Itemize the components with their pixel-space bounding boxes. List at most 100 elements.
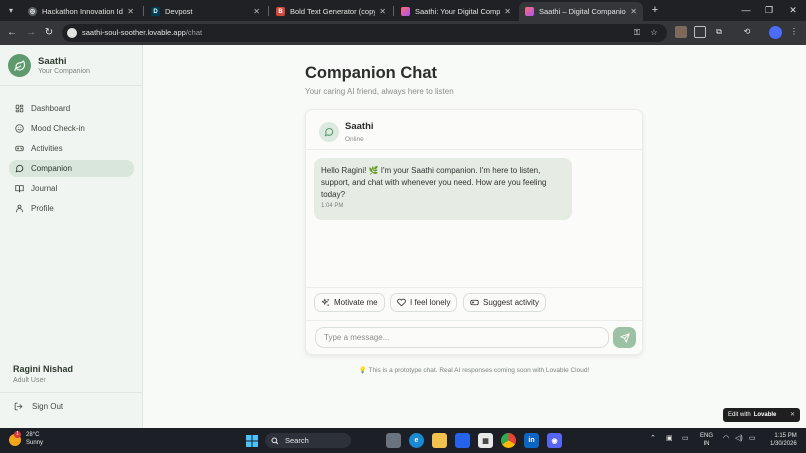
back-icon[interactable]: ← [5, 26, 19, 40]
bot-avatar [319, 122, 339, 142]
book-icon [15, 184, 24, 193]
browser-toolbar: ← → ↻ saathi-soul-soother.lovable.app/ch… [0, 21, 806, 45]
logout-icon [14, 402, 23, 411]
send-button[interactable] [613, 327, 636, 348]
weather-widget[interactable]: 1 28°C Sunny [9, 430, 43, 447]
extension-icon[interactable] [675, 26, 687, 38]
bot-name: Saathi [345, 121, 374, 132]
dashboard-icon [15, 104, 24, 113]
browser-tab[interactable]: B Bold Text Generator (copy & p ✕ [270, 2, 392, 21]
site-info-icon[interactable] [67, 28, 77, 38]
brand-tagline: Your Companion [38, 68, 90, 75]
quick-reply-i-feel-lonely[interactable]: I feel lonely [390, 293, 458, 312]
sign-out-label: Sign Out [32, 402, 64, 411]
tab-label: Saathi: Your Digital Companion [415, 7, 501, 16]
page-title: Companion Chat [305, 64, 437, 82]
lovable-favicon-icon [525, 7, 534, 16]
sidebar-item-journal[interactable]: Journal [9, 180, 134, 197]
sidebar-item-label: Mood Check-in [31, 124, 85, 133]
close-icon[interactable]: ✕ [790, 411, 795, 418]
close-icon[interactable]: ✕ [504, 7, 511, 16]
forward-icon[interactable]: → [24, 26, 38, 40]
minimize-icon[interactable]: — [739, 3, 753, 17]
address-bar[interactable]: saathi-soul-soother.lovable.app/chat ⚿ ☆ [62, 24, 667, 42]
bot-status: Online [345, 136, 364, 143]
volume-icon[interactable]: ◁) [735, 434, 743, 442]
badge-prefix: Edit with [728, 412, 751, 418]
close-icon[interactable]: ✕ [630, 7, 637, 16]
browser-tab[interactable]: ◎ Hackathon Innovation Ideas ✕ [22, 2, 140, 21]
taskbar: 1 28°C Sunny Search e ▦ in ◉ ⌃ ▣ ▭ ENG I… [0, 428, 806, 453]
new-tab-icon[interactable]: + [648, 3, 662, 17]
linkedin-icon[interactable]: in [524, 433, 539, 448]
sidebar-item-activities[interactable]: Activities [9, 140, 134, 157]
tab-search-icon[interactable]: ▾ [4, 4, 18, 18]
chat-card: Saathi Online Hello Ragini! 🌿 I'm your S… [305, 109, 643, 355]
sidebar-item-dashboard[interactable]: Dashboard [9, 100, 134, 117]
smile-icon [15, 124, 24, 133]
reload-icon[interactable]: ↻ [42, 26, 56, 40]
battery-icon[interactable]: ▭ [749, 434, 756, 442]
tab-divider [393, 6, 394, 16]
window-close-icon[interactable]: ✕ [786, 3, 800, 17]
browser-tab-strip: ▾ ◎ Hackathon Innovation Ideas ✕ D Devpo… [0, 0, 806, 21]
chat-icon [324, 128, 334, 137]
sparkles-icon [321, 298, 330, 307]
brand-name: Saathi [38, 56, 67, 67]
app-icon[interactable]: ▦ [478, 433, 493, 448]
tray-app-icon[interactable]: ▣ [666, 434, 673, 442]
taskbar-search[interactable]: Search [265, 433, 351, 448]
quick-reply-motivate-me[interactable]: Motivate me [314, 293, 385, 312]
browser-tab-active[interactable]: Saathi – Digital Companion for ✕ [519, 2, 643, 21]
prototype-notice: 💡 This is a prototype chat. Real AI resp… [358, 367, 590, 374]
file-explorer-icon[interactable] [432, 433, 447, 448]
browser-tab[interactable]: Saathi: Your Digital Companion ✕ [395, 2, 517, 21]
sign-out-button[interactable]: Sign Out [14, 402, 63, 411]
extension-icon[interactable] [694, 26, 706, 38]
chrome-icon[interactable] [501, 433, 516, 448]
chat-message-bubble: Hello Ragini! 🌿 I'm your Saathi companio… [314, 158, 572, 220]
restore-icon[interactable]: ❐ [762, 3, 776, 17]
store-icon[interactable] [455, 433, 470, 448]
sidebar-item-mood-check-in[interactable]: Mood Check-in [9, 120, 134, 137]
send-icon [619, 332, 630, 343]
sidebar-item-label: Activities [31, 144, 63, 153]
password-key-icon[interactable]: ⚿ [631, 27, 643, 39]
wifi-icon[interactable]: ◠ [723, 434, 729, 442]
divider [0, 392, 143, 393]
user-role: Adult User [13, 377, 46, 384]
language-indicator[interactable]: ENG IN [700, 433, 713, 448]
prototype-notice-text: This is a prototype chat. Real AI respon… [368, 367, 590, 374]
badge-brand: Lovable [753, 412, 777, 418]
close-icon[interactable]: ✕ [253, 7, 260, 16]
windows-start-icon[interactable] [244, 433, 259, 448]
profile-avatar-icon[interactable] [769, 26, 782, 39]
task-view-icon[interactable] [386, 433, 401, 448]
extensions-puzzle-icon[interactable]: ⧉ [713, 26, 725, 38]
sidebar-item-profile[interactable]: Profile [9, 200, 134, 217]
sidebar: Saathi Your Companion Dashboard Mood Che… [0, 45, 143, 428]
edge-icon[interactable]: e [409, 433, 424, 448]
tab-label: Hackathon Innovation Ideas [42, 7, 123, 16]
clock-time: 1:15 PM [774, 433, 797, 439]
region-code: IN [703, 440, 710, 447]
chevron-up-icon[interactable]: ⌃ [650, 434, 656, 442]
sidebar-item-companion[interactable]: Companion [9, 160, 134, 177]
lovable-favicon-icon [401, 7, 410, 16]
browser-tab[interactable]: D Devpost ✕ [145, 2, 266, 21]
edit-with-lovable-badge[interactable]: Edit with Lovable ✕ [723, 408, 800, 422]
close-icon[interactable]: ✕ [127, 7, 134, 16]
menu-kebab-icon[interactable]: ⋮ [788, 26, 800, 38]
close-icon[interactable]: ✕ [379, 7, 386, 16]
discord-icon[interactable]: ◉ [547, 433, 562, 448]
message-input[interactable] [315, 327, 609, 348]
url-text[interactable]: saathi-soul-soother.lovable.app/chat [82, 28, 202, 37]
chat-header: Saathi Online [306, 110, 642, 150]
clock[interactable]: 1:15 PM 1/30/2026 [770, 433, 797, 448]
bookmark-star-icon[interactable]: ☆ [648, 27, 660, 39]
history-icon[interactable]: ⟲ [741, 26, 753, 38]
quick-reply-suggest-activity[interactable]: Suggest activity [463, 293, 547, 312]
tray-app-icon[interactable]: ▭ [682, 434, 689, 442]
tab-divider [268, 6, 269, 16]
tab-label: Devpost [165, 7, 193, 16]
